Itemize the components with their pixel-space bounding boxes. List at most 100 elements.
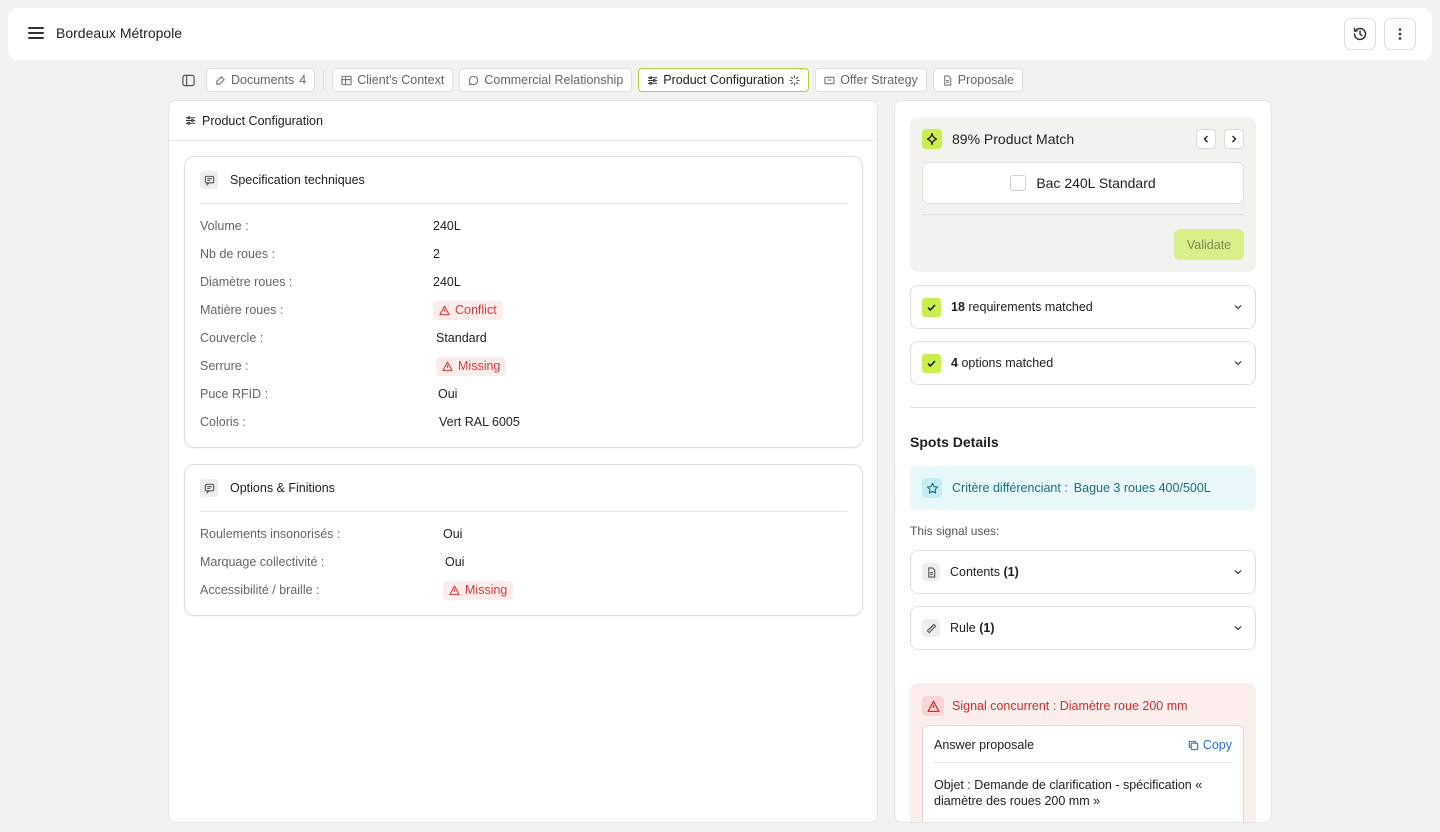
rule-accordion[interactable]: Rule (1) (910, 606, 1256, 650)
card-title: Specification techniques (230, 173, 365, 187)
chevron-down-icon (1234, 361, 1242, 366)
chevron-down-icon (1234, 626, 1242, 631)
menu-icon[interactable] (26, 24, 46, 44)
tab-label: Proposale (957, 73, 1015, 87)
spec-row-nb-roues: Nb de roues : 2 (185, 240, 862, 268)
tab-bar: Documents 4 Client's Context Commercial R… (176, 68, 1024, 92)
concurrent-signal-title: Signal concurrent : Diamètre roue 200 mm (952, 699, 1188, 713)
card-header: Options & Finitions (200, 465, 847, 512)
sidebar-toggle-button[interactable] (176, 68, 200, 92)
rule-label: Rule (1) (950, 621, 994, 635)
spec-label: Volume : (200, 219, 249, 233)
divider (934, 762, 1232, 763)
rule-text: Rule (950, 621, 976, 635)
spec-label: Accessibilité / braille : (200, 583, 320, 597)
spec-label: Coloris : (200, 415, 246, 429)
product-configuration-panel: Product Configuration Specification tech… (168, 100, 878, 823)
more-options-button[interactable] (1384, 18, 1416, 50)
spec-value: 240L (433, 219, 461, 233)
missing-badge[interactable]: Missing (436, 356, 507, 376)
contents-label: Contents (1) (950, 565, 1019, 579)
options-accordion[interactable]: 4 options matched (910, 341, 1256, 385)
copy-button[interactable]: Copy (1188, 738, 1232, 752)
card-header: Specification techniques (200, 157, 847, 204)
history-button[interactable] (1344, 18, 1376, 50)
option-row-accessibilite: Accessibilité / braille : Missing (185, 576, 862, 604)
sliders-icon (185, 116, 196, 125)
previous-match-button[interactable] (1196, 129, 1216, 149)
chevron-right-icon (1232, 135, 1237, 143)
match-title: 89% Product Match (952, 131, 1075, 147)
divider (910, 407, 1256, 408)
spec-row-puce-rfid: Puce RFID : Oui (185, 380, 862, 408)
product-match-panel: 89% Product Match Bac 240L Standard Vali… (894, 100, 1272, 823)
spec-value: Vert RAL 6005 (439, 415, 520, 429)
tab-label: Documents (231, 73, 295, 87)
panel-header: Product Configuration (169, 101, 877, 141)
card-title: Options & Finitions (230, 481, 335, 495)
page-title: Bordeaux Métropole (56, 25, 183, 41)
divider (323, 70, 325, 90)
document-icon (922, 563, 940, 581)
differentiating-criterion: Critère différenciant : Bague 3 roues 40… (910, 466, 1256, 510)
tab-product-configuration[interactable]: Product Configuration (638, 68, 810, 92)
spec-label: Diamètre roues : (200, 275, 293, 289)
badge-label: Missing (465, 583, 508, 597)
badge-label: Missing (458, 359, 501, 373)
sliders-icon (648, 75, 658, 85)
tab-proposale[interactable]: Proposale (932, 68, 1024, 92)
tab-commercial-relationship[interactable]: Commercial Relationship (459, 68, 633, 92)
history-icon (1353, 27, 1367, 41)
check-icon (922, 353, 941, 373)
options-label: 4 options matched (951, 356, 1053, 370)
spec-value: Standard (436, 331, 487, 345)
spec-value: 240L (433, 275, 461, 289)
spec-card: Specification techniques Volume : 240L Nb… (184, 156, 863, 448)
next-match-button[interactable] (1224, 129, 1244, 149)
option-row-roulements: Roulements insonorisés : Oui (185, 520, 862, 548)
spec-label: Marquage collectivité : (200, 555, 325, 569)
spots-details-title: Spots Details (910, 434, 999, 450)
panel-title: Product Configuration (202, 113, 323, 128)
spec-label: Serrure : (200, 359, 249, 373)
spec-label: Puce RFID : (200, 387, 269, 401)
spec-row-matiere: Matière roues : Conflict (185, 296, 862, 324)
options-count: 4 (951, 356, 958, 370)
rule-count: (1) (979, 621, 995, 635)
tab-label: Commercial Relationship (484, 73, 624, 87)
options-text: options matched (961, 356, 1054, 370)
contents-accordion[interactable]: Contents (1) (910, 550, 1256, 594)
product-option[interactable]: Bac 240L Standard (922, 162, 1244, 204)
tab-documents[interactable]: Documents 4 (206, 68, 316, 92)
comment-icon (200, 479, 218, 497)
product-match-box: 89% Product Match Bac 240L Standard Vali… (910, 117, 1256, 272)
table-icon (341, 75, 352, 85)
copy-icon (1188, 740, 1198, 750)
missing-badge[interactable]: Missing (443, 580, 514, 600)
loading-spinner-icon (789, 74, 800, 86)
conflict-badge[interactable]: Conflict (433, 300, 503, 320)
more-vertical-icon (1398, 28, 1402, 40)
contents-count: (1) (1003, 565, 1019, 579)
spec-row-serrure: Serrure : Missing (185, 352, 862, 380)
spec-label: Nb de roues : (200, 247, 276, 261)
contents-text: Contents (950, 565, 1001, 579)
concurrent-signal: Signal concurrent : Diamètre roue 200 mm… (910, 683, 1256, 822)
sidebar-icon (181, 74, 195, 86)
tab-offer-strategy[interactable]: Offer Strategy (815, 68, 927, 92)
spec-row-diametre: Diamètre roues : 240L (185, 268, 862, 296)
chevron-down-icon (1234, 305, 1242, 310)
signal-uses-label: This signal uses: (910, 524, 1000, 538)
validate-button[interactable]: Validate (1174, 229, 1244, 260)
tab-label: Product Configuration (663, 73, 785, 87)
tab-clients-context[interactable]: Client's Context (332, 68, 454, 92)
requirements-accordion[interactable]: 18 requirements matched (910, 285, 1256, 329)
ticket-icon (824, 76, 835, 84)
product-checkbox[interactable] (1010, 175, 1027, 191)
criterion-label: Critère différenciant : (952, 481, 1068, 495)
spec-value: Oui (443, 527, 463, 541)
spec-row-volume: Volume : 240L (185, 212, 862, 240)
spec-label: Matière roues : (200, 303, 284, 317)
ruler-icon (922, 619, 940, 637)
requirements-text: requirements matched (968, 300, 1093, 314)
